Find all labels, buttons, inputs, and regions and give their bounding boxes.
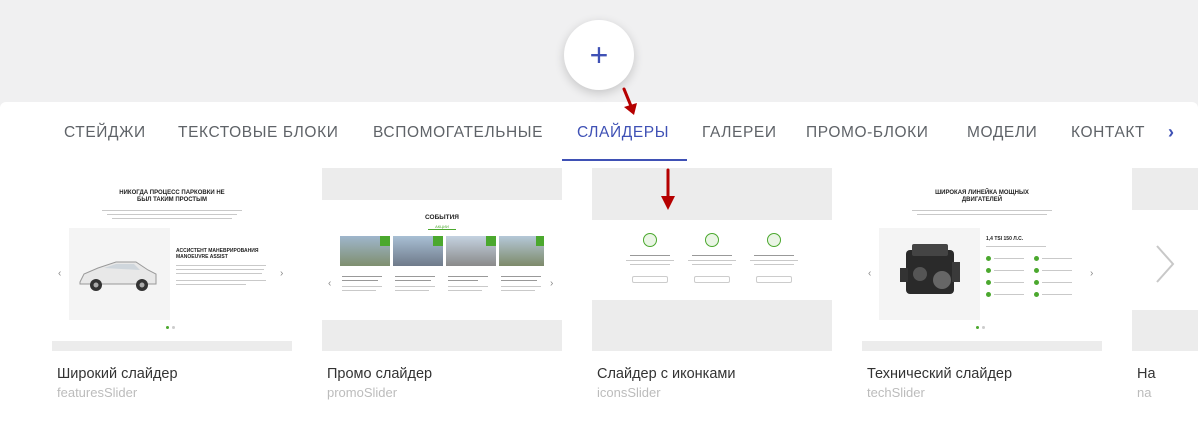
card-icons-slider[interactable]: Слайдер с иконками iconsSlider: [592, 168, 832, 400]
thumbnail: [592, 168, 832, 351]
engine-image-icon: [900, 244, 960, 294]
blocks-panel: СТЕЙДЖИ ТЕКСТОВЫЕ БЛОКИ ВСПОМОГАТЕЛЬНЫЕ …: [0, 102, 1198, 439]
card-title: Промо слайдер: [327, 366, 433, 382]
annotation-arrow-icon: [622, 87, 637, 115]
thumbnail: НИКОГДА ПРОЦЕСС ПАРКОВКИ НЕ БЫЛ ТАКИМ ПР…: [52, 168, 292, 351]
chevron-right-icon[interactable]: [1152, 242, 1178, 286]
card-title: Технический слайдер: [867, 366, 1013, 382]
card-subtitle: featuresSlider: [57, 385, 138, 400]
card-promo-slider[interactable]: СОБЫТИЯ АКЦИИ ‹ › Промо слайдер promoSli…: [322, 168, 562, 400]
tab-galleries[interactable]: ГАЛЕРЕИ: [702, 124, 777, 142]
card-title: Слайдер с иконками: [597, 366, 736, 382]
tab-stages[interactable]: СТЕЙДЖИ: [64, 124, 146, 142]
active-tab-indicator: [562, 159, 687, 161]
thumbnail: СОБЫТИЯ АКЦИИ ‹ ›: [322, 168, 562, 351]
tab-auxiliary[interactable]: ВСПОМОГАТЕЛЬНЫЕ: [373, 124, 543, 142]
tab-text-blocks[interactable]: ТЕКСТОВЫЕ БЛОКИ: [178, 124, 338, 142]
card-title: Широкий слайдер: [57, 366, 178, 382]
tab-promo-blocks[interactable]: ПРОМО-БЛОКИ: [806, 124, 929, 142]
plus-icon: +: [589, 36, 609, 73]
category-tabs: СТЕЙДЖИ ТЕКСТОВЫЕ БЛОКИ ВСПОМОГАТЕЛЬНЫЕ …: [0, 102, 1198, 162]
thumbnail: ШИРОКАЯ ЛИНЕЙКА МОЩНЫХ ДВИГАТЕЛЕЙ 1,4 TS…: [862, 168, 1102, 351]
tab-contact[interactable]: КОНТАКТ: [1071, 124, 1145, 142]
top-area: +: [0, 0, 1198, 102]
card-subtitle: promoSlider: [327, 385, 398, 400]
car-image-icon: [79, 261, 157, 291]
card-subtitle: techSlider: [867, 385, 925, 400]
card-subtitle: iconsSlider: [597, 385, 661, 400]
add-block-button[interactable]: +: [564, 20, 634, 90]
tab-sliders[interactable]: СЛАЙДЕРЫ: [577, 124, 669, 142]
chevron-right-icon[interactable]: ›: [1168, 122, 1174, 143]
card-tech-slider[interactable]: ШИРОКАЯ ЛИНЕЙКА МОЩНЫХ ДВИГАТЕЛЕЙ 1,4 TS…: [862, 168, 1102, 400]
annotation-arrow-icon: [661, 168, 675, 210]
card-subtitle: na: [1137, 385, 1152, 400]
card-features-slider[interactable]: НИКОГДА ПРОЦЕСС ПАРКОВКИ НЕ БЫЛ ТАКИМ ПР…: [52, 168, 292, 400]
tab-models[interactable]: МОДЕЛИ: [967, 124, 1037, 142]
card-title: На: [1137, 366, 1156, 382]
